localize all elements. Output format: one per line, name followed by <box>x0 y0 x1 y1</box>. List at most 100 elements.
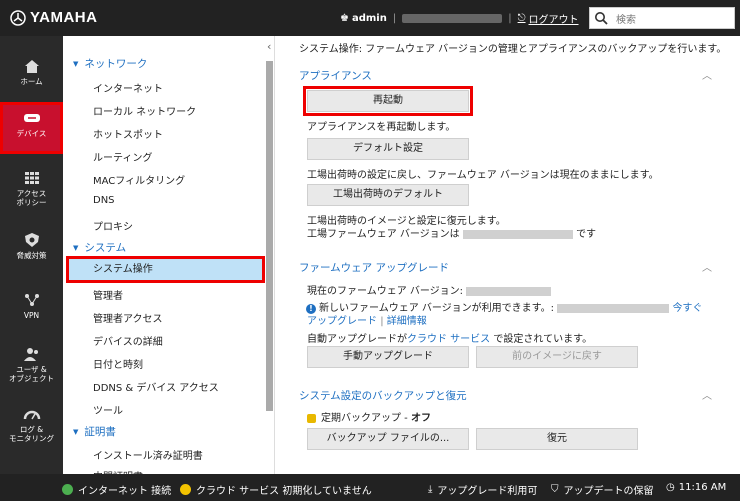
current-firmware-redacted <box>466 286 552 296</box>
home-icon <box>24 60 39 73</box>
device-icon <box>23 114 40 122</box>
cloud-service-link[interactable]: クラウド サービス <box>407 334 490 345</box>
collapse-chevron-icon[interactable]: ‹ <box>267 40 271 53</box>
search-icon <box>595 12 608 25</box>
gauge-icon <box>23 410 40 420</box>
status-bar: インターネット 接続 クラウド サービス 初期化していません ⤓ アップグレード… <box>0 474 740 501</box>
yamaha-mark-icon <box>10 9 26 26</box>
new-firmware-redacted <box>557 303 670 313</box>
restore-button[interactable]: 復元 <box>476 428 638 450</box>
nav-access-policy[interactable]: アクセス ポリシー <box>0 162 63 214</box>
current-firmware-label: 現在のファームウェア バージョン: <box>307 286 464 297</box>
download-icon: ⤓ <box>428 484 433 495</box>
caret-down-icon: ▼ <box>73 427 79 436</box>
firmware-section-title: ファームウェア アップグレード <box>299 262 450 274</box>
subnav-item-admin-access[interactable]: 管理者アクセス <box>93 310 163 325</box>
auto-upgrade-line: 自動アップグレードがクラウド サービス で設定されています。 <box>307 330 592 345</box>
username[interactable]: admin <box>352 13 387 24</box>
section-system[interactable]: ▼ システム <box>73 240 126 255</box>
top-bar: YAMAHA ♚ admin | | ⎋ ログアウト 検索 <box>0 0 740 36</box>
yamaha-logo[interactable]: YAMAHA <box>10 9 97 26</box>
grid-icon <box>24 172 39 184</box>
section-network-label: ネットワーク <box>84 58 148 70</box>
backup-section-title: システム設定のバックアップと復元 <box>299 390 467 402</box>
appliance-section-title: アプライアンス <box>299 70 372 82</box>
nav-vpn[interactable]: VPN <box>0 284 63 336</box>
subnav-item-proxy[interactable]: プロキシ <box>93 218 133 233</box>
upgrade-now-link[interactable]: 今すぐ <box>672 303 702 314</box>
section-cert-label: 証明書 <box>84 426 116 438</box>
subnav-item-ddns[interactable]: DDNS & デバイス アクセス <box>93 379 219 394</box>
factory-version-line: 工場ファームウェア バージョンは です <box>307 225 596 240</box>
factory-version-label: 工場ファームウェア バージョンは <box>307 229 460 240</box>
status-update[interactable]: ⛉ アップデートの保留 <box>551 482 654 497</box>
details-link[interactable]: 詳細情報 <box>387 316 427 327</box>
nav-device-label: デバイス <box>16 129 47 138</box>
status-internet-label: インターネット 接続 <box>78 486 172 497</box>
subnav-item-admin[interactable]: 管理者 <box>93 287 123 302</box>
sub-nav: ‹ ▼ ネットワーク インターネット ローカル ネットワーク ホットスポット ル… <box>63 36 275 474</box>
caret-down-icon: ▼ <box>73 243 79 252</box>
nav-users-label: ユーザ & オブジェクト <box>9 365 54 383</box>
nav-threat[interactable]: 脅威対策 <box>0 224 63 276</box>
crown-icon: ♚ <box>340 13 349 24</box>
section-network[interactable]: ▼ ネットワーク <box>73 56 147 71</box>
subnav-item-device-details[interactable]: デバイスの詳細 <box>93 333 163 348</box>
caret-down-icon: ▼ <box>73 59 79 68</box>
network-icon <box>24 294 39 306</box>
scheduled-backup-value: オフ <box>410 413 431 424</box>
status-upgrade-label: アップグレード利用可 <box>437 486 538 497</box>
subnav-item-internet[interactable]: インターネット <box>93 80 163 95</box>
lock-icon <box>307 413 316 423</box>
chevron-up-icon[interactable]: ︿ <box>702 67 712 82</box>
subnav-item-routing[interactable]: ルーティング <box>93 149 152 164</box>
chevron-up-icon[interactable]: ︿ <box>702 387 712 402</box>
logout-link[interactable]: ⎋ ログアウト <box>518 11 579 26</box>
subnav-item-tools[interactable]: ツール <box>93 402 123 417</box>
revert-image-button[interactable]: 前のイメージに戻す <box>476 346 638 368</box>
nav-threat-label: 脅威対策 <box>16 251 47 260</box>
reboot-description: アプライアンスを再起動します。 <box>307 122 456 133</box>
reboot-button[interactable]: 再起動 <box>303 86 473 116</box>
chevron-up-icon[interactable]: ︿ <box>702 259 712 274</box>
upgrade-link[interactable]: アップグレード <box>307 316 377 327</box>
factory-default-button[interactable]: 工場出荷時のデフォルト <box>307 184 469 206</box>
current-firmware-line: 現在のファームウェア バージョン: <box>307 282 552 297</box>
subnav-item-dns[interactable]: DNS <box>93 195 115 206</box>
logout-icon: ⎋ <box>517 13 526 24</box>
subnav-item-installed-cert[interactable]: インストール済み証明書 <box>93 447 203 462</box>
page-description: システム操作: ファームウェア バージョンの管理とアプライアンスのバックアップを… <box>299 44 727 55</box>
subnav-item-system-ops[interactable]: システム操作 <box>66 256 265 283</box>
backup-file-button[interactable]: バックアップ ファイルの... <box>307 428 469 450</box>
main-content: システム操作: ファームウェア バージョンの管理とアプライアンスのバックアップを… <box>276 36 740 474</box>
nav-device[interactable]: デバイス <box>0 102 63 154</box>
nav-home[interactable]: ホーム <box>0 50 63 102</box>
search-input[interactable]: 検索 <box>589 7 735 29</box>
auto-upgrade-label: 自動アップグレードが <box>307 334 407 345</box>
subnav-item-local-network[interactable]: ローカル ネットワーク <box>93 103 196 118</box>
status-update-label: アップデートの保留 <box>563 486 654 497</box>
subnav-item-datetime[interactable]: 日付と時刻 <box>93 356 143 371</box>
section-system-label: システム <box>84 242 127 254</box>
upgrade-links: アップグレード | 詳細情報 <box>307 316 427 327</box>
subnav-item-mac-filter[interactable]: MACフィルタリング <box>93 172 185 187</box>
default-settings-button[interactable]: デフォルト設定 <box>307 138 469 160</box>
manual-upgrade-button[interactable]: 手動アップグレード <box>307 346 469 368</box>
clock-icon: ◷ <box>666 482 675 493</box>
auto-upgrade-suffix: で設定されています。 <box>493 334 593 345</box>
scheduled-backup-line: 定期バックアップ - オフ <box>307 409 431 424</box>
users-icon <box>23 348 38 361</box>
nav-users[interactable]: ユーザ & オブジェクト <box>0 338 63 390</box>
shield-icon <box>24 233 39 247</box>
status-upgrade[interactable]: ⤓ アップグレード利用可 <box>428 482 537 497</box>
logout-label: ログアウト <box>528 15 579 26</box>
factory-version-redacted <box>462 229 573 239</box>
status-internet[interactable]: インターネット 接続 <box>62 482 171 497</box>
nav-log[interactable]: ログ & モニタリング <box>0 398 63 450</box>
section-cert[interactable]: ▼ 証明書 <box>73 424 116 439</box>
status-cloud[interactable]: クラウド サービス 初期化していません <box>180 482 372 497</box>
subnav-scrollbar[interactable] <box>266 61 273 411</box>
user-area: ♚ admin | | ⎋ ログアウト <box>340 11 579 26</box>
shield-icon: ⛉ <box>551 484 559 495</box>
subnav-item-hotspot[interactable]: ホットスポット <box>93 126 163 141</box>
